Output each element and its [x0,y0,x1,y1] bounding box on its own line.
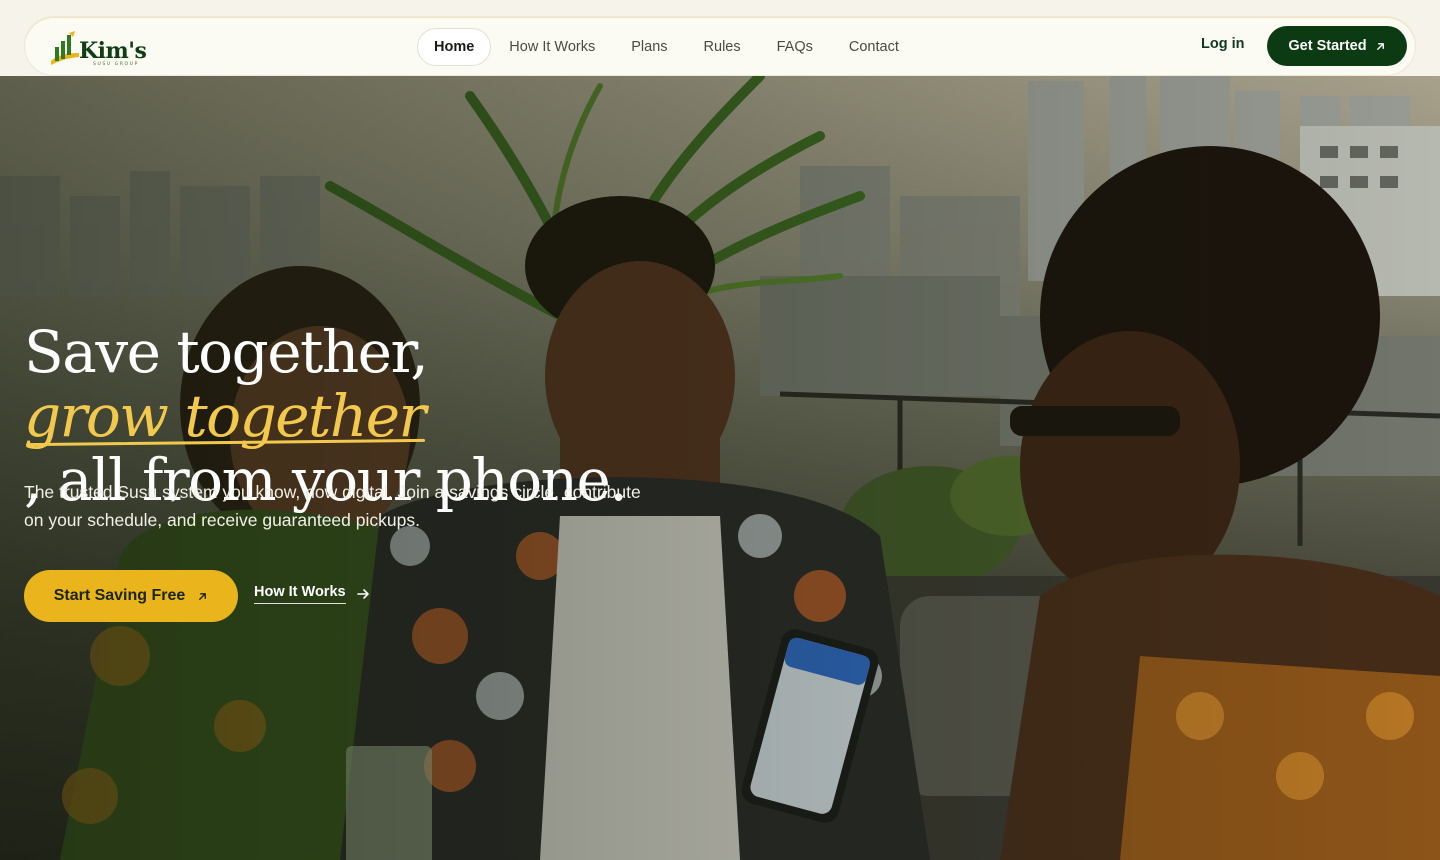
nav-links: Home How It Works Plans Rules FAQs Conta… [417,28,917,66]
nav-link-how-it-works[interactable]: How It Works [491,28,613,66]
brand-logo-icon [51,31,79,65]
hero-headline-part1: Save together, [24,318,429,386]
get-started-label: Get Started [1288,38,1367,54]
nav-link-faqs[interactable]: FAQs [759,28,831,66]
brand-name: Kim's [79,37,147,64]
nav-link-contact[interactable]: Contact [831,28,917,66]
nav-link-rules[interactable]: Rules [686,28,759,66]
arrow-up-right-icon [1376,42,1384,50]
start-saving-button[interactable]: Start Saving Free [24,570,238,622]
arrow-up-right-icon [199,592,207,600]
brand-tagline: SUSU GROUP [93,61,139,67]
arrow-right-icon [356,589,369,599]
hero-headline-accent: grow together [24,382,426,450]
nav-link-home[interactable]: Home [417,28,492,66]
top-navbar: Kim's SUSU GROUP Home How It Works Plans… [24,16,1416,76]
get-started-button[interactable]: Get Started [1267,26,1407,66]
nav-link-plans[interactable]: Plans [613,28,685,66]
login-link[interactable]: Log in [1201,36,1245,52]
start-saving-label: Start Saving Free [53,587,186,604]
how-it-works-label: How It Works [254,584,346,604]
hero-subtext: The trusted Susu system you know, now di… [24,482,641,530]
how-it-works-link[interactable]: How It Works [254,584,370,604]
brand-logo[interactable]: Kim's SUSU GROUP [47,27,147,67]
